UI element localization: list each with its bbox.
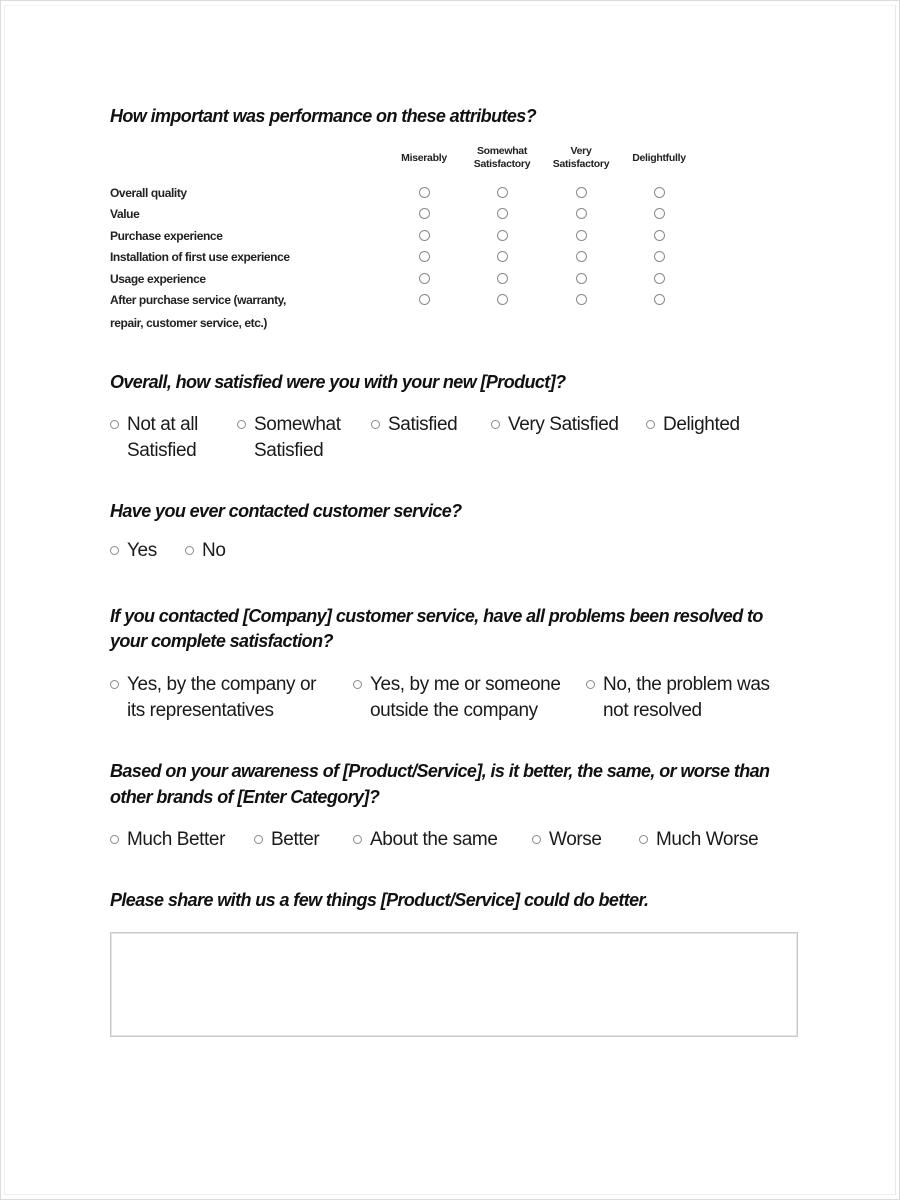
matrix-radio-icon[interactable] <box>654 273 665 284</box>
option-label: Much Better <box>127 829 226 850</box>
matrix-row-label: Value <box>110 207 140 221</box>
matrix-row-label: Usage experience <box>110 272 206 286</box>
matrix-radio-icon[interactable] <box>654 208 665 219</box>
matrix-radio-icon[interactable] <box>497 230 508 241</box>
radio-icon[interactable] <box>353 680 362 689</box>
matrix-radio-icon[interactable] <box>654 187 665 198</box>
option-label: About the same <box>370 829 498 850</box>
option-label: Yes, by me or someone outside the compan… <box>370 674 561 721</box>
satisfaction-option-very-satisfied[interactable]: Very Satisfied <box>491 412 619 438</box>
radio-icon[interactable] <box>110 546 119 555</box>
contacted-option-no[interactable]: No <box>185 538 226 564</box>
radio-icon[interactable] <box>185 546 194 555</box>
option-label: Somewhat Satisfied <box>254 414 341 461</box>
satisfaction-question: Overall, how satisfied were you with you… <box>110 372 566 392</box>
matrix-row-label-continued: repair, customer service, etc.) <box>110 316 268 330</box>
option-label: Yes, by the company or its representativ… <box>127 674 317 721</box>
radio-icon[interactable] <box>639 835 648 844</box>
matrix-row-label: Overall quality <box>110 186 187 200</box>
satisfaction-option-somewhat[interactable]: Somewhat Satisfied <box>237 412 341 464</box>
matrix-row-label: Installation of first use experience <box>110 250 290 264</box>
resolved-question-line2: your complete satisfaction? <box>110 631 333 651</box>
radio-icon[interactable] <box>586 680 595 689</box>
feedback-question: Please share with us a few things [Produ… <box>110 890 649 910</box>
option-label: Not at all Satisfied <box>127 414 198 461</box>
matrix-radio-icon[interactable] <box>497 187 508 198</box>
matrix-radio-icon[interactable] <box>576 294 587 305</box>
radio-icon[interactable] <box>110 680 119 689</box>
matrix-radio-icon[interactable] <box>654 294 665 305</box>
matrix-radio-icon[interactable] <box>654 251 665 262</box>
comparison-option-worse[interactable]: Worse <box>532 827 602 853</box>
option-label: Very Satisfied <box>508 414 619 435</box>
matrix-radio-icon[interactable] <box>497 208 508 219</box>
radio-icon[interactable] <box>110 420 119 429</box>
radio-icon[interactable] <box>491 420 500 429</box>
matrix-radio-icon[interactable] <box>497 294 508 305</box>
comparison-option-much-worse[interactable]: Much Worse <box>639 827 759 853</box>
radio-icon[interactable] <box>646 420 655 429</box>
resolved-option-not-resolved[interactable]: No, the problem was not resolved <box>586 672 770 724</box>
radio-icon[interactable] <box>254 835 263 844</box>
matrix-radio-icon[interactable] <box>419 294 430 305</box>
matrix-radio-icon[interactable] <box>497 251 508 262</box>
satisfaction-option-delighted[interactable]: Delighted <box>646 412 740 438</box>
comparison-option-much-better[interactable]: Much Better <box>110 827 225 853</box>
matrix-column-delightfully: Delightfully <box>632 152 686 164</box>
matrix-radio-icon[interactable] <box>654 230 665 241</box>
matrix-radio-icon[interactable] <box>576 251 587 262</box>
comparison-question-line1: Based on your awareness of [Product/Serv… <box>110 761 770 781</box>
contacted-option-yes[interactable]: Yes <box>110 538 157 564</box>
matrix-radio-icon[interactable] <box>576 187 587 198</box>
resolved-option-by-company[interactable]: Yes, by the company or its representativ… <box>110 672 316 724</box>
feedback-textarea[interactable] <box>110 932 798 1037</box>
option-label: Yes <box>127 540 157 561</box>
resolved-question-line1: If you contacted [Company] customer serv… <box>110 606 763 626</box>
matrix-radio-icon[interactable] <box>419 251 430 262</box>
option-label: No, the problem was not resolved <box>603 674 770 721</box>
comparison-option-about-same[interactable]: About the same <box>353 827 498 853</box>
contacted-question: Have you ever contacted customer service… <box>110 501 462 521</box>
matrix-column-miserably: Miserably <box>401 152 447 164</box>
matrix-row-label: Purchase experience <box>110 229 223 243</box>
radio-icon[interactable] <box>110 835 119 844</box>
radio-icon[interactable] <box>237 420 246 429</box>
matrix-question: How important was performance on these a… <box>110 106 537 126</box>
matrix-radio-icon[interactable] <box>419 230 430 241</box>
option-label: Worse <box>549 829 602 850</box>
matrix-column-very-satisfactory: Very Satisfactory <box>552 145 610 170</box>
radio-icon[interactable] <box>353 835 362 844</box>
option-label: Delighted <box>663 414 740 435</box>
matrix-radio-icon[interactable] <box>576 230 587 241</box>
satisfaction-option-satisfied[interactable]: Satisfied <box>371 412 458 438</box>
matrix-column-somewhat-satisfactory: Somewhat Satisfactory <box>473 145 531 170</box>
resolved-option-by-me[interactable]: Yes, by me or someone outside the compan… <box>353 672 561 724</box>
radio-icon[interactable] <box>532 835 541 844</box>
option-label: Much Worse <box>656 829 759 850</box>
matrix-radio-icon[interactable] <box>576 273 587 284</box>
comparison-option-better[interactable]: Better <box>254 827 320 853</box>
matrix-radio-icon[interactable] <box>497 273 508 284</box>
matrix-radio-icon[interactable] <box>576 208 587 219</box>
matrix-radio-icon[interactable] <box>419 208 430 219</box>
option-label: No <box>202 540 226 561</box>
option-label: Better <box>271 829 320 850</box>
satisfaction-option-not-at-all[interactable]: Not at all Satisfied <box>110 412 198 464</box>
comparison-question-line2: other brands of [Enter Category]? <box>110 787 380 807</box>
option-label: Satisfied <box>388 414 458 435</box>
matrix-row-label: After purchase service (warranty, <box>110 293 286 307</box>
radio-icon[interactable] <box>371 420 380 429</box>
matrix-radio-icon[interactable] <box>419 187 430 198</box>
matrix-radio-icon[interactable] <box>419 273 430 284</box>
